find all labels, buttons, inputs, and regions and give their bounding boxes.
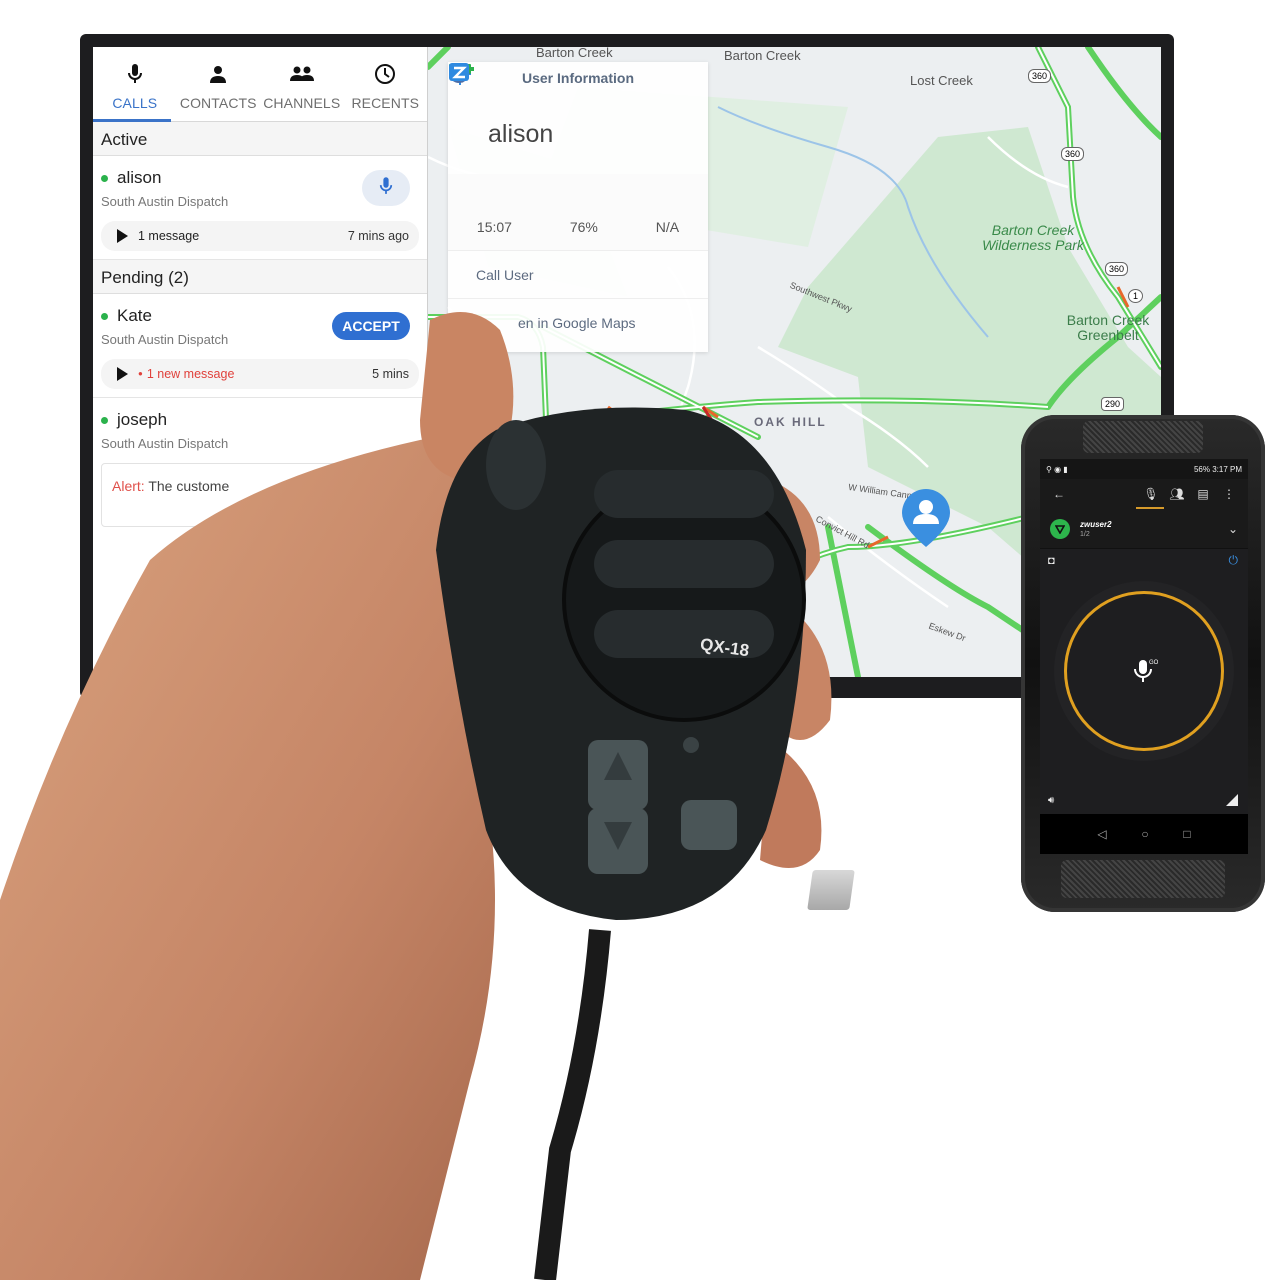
message-count: 1 message — [138, 229, 200, 243]
nav-recents-icon[interactable]: □ — [1183, 827, 1190, 841]
talk-button[interactable] — [362, 170, 410, 206]
microphone-device — [436, 407, 806, 920]
card-header: ‹ User Information — [448, 62, 708, 94]
more-vert-icon[interactable]: ⋮ — [1216, 487, 1242, 501]
mic-icon — [379, 176, 393, 201]
stat-battery: 76% — [449, 64, 598, 235]
tab-bar: CALLS CONTACTS CHANNELS RECENTS — [93, 47, 427, 122]
rugged-phone: ⚲ ◉ ▮ 56% 3:17 PM ← 🎙︎ 👥︎ ▤ ⋮ zwuser2 1/… — [1021, 415, 1265, 912]
tab-channels[interactable]: CHANNELS — [260, 47, 344, 121]
signal-icon — [1226, 794, 1238, 806]
battery-percent: 56% — [1193, 464, 1210, 474]
speaker-grille-slot — [594, 470, 774, 518]
function-button — [681, 800, 737, 850]
highway-shield: 1 — [1128, 289, 1144, 303]
channel-name: zwuser2 — [1080, 519, 1112, 529]
tab-label: CALLS — [112, 95, 158, 111]
clock-icon — [374, 61, 396, 87]
led-indicator — [683, 737, 699, 753]
power-icon[interactable]: ⏻ — [1229, 553, 1239, 568]
camera-icon[interactable]: ◘ — [1048, 555, 1055, 567]
mic-go-icon: GO — [1134, 660, 1159, 682]
volume-icon[interactable]: 🔊︎ — [1048, 795, 1054, 806]
status-bar: ⚲ ◉ ▮ 56% 3:17 PM — [1040, 459, 1248, 479]
ptt-side-button — [486, 420, 546, 510]
map-label: Barton Creek — [536, 47, 613, 60]
online-status-dot — [101, 174, 108, 182]
person-icon — [208, 61, 228, 87]
tab-recents[interactable]: RECENTS — [344, 47, 428, 121]
ptt-area: ◘ ⏻ GO 🔊︎ — [1040, 549, 1248, 814]
message-time: 7 mins ago — [347, 229, 409, 243]
status-icons: ⚲ ◉ ▮ — [1046, 464, 1068, 474]
ptt-button[interactable]: GO — [1064, 591, 1224, 751]
card-name-row: alison — [448, 63, 708, 174]
nav-home-icon[interactable]: ○ — [1141, 827, 1148, 841]
highway-shield: 360 — [1028, 69, 1052, 83]
caller-name: alison — [117, 168, 162, 187]
tab-contacts[interactable]: CONTACTS — [177, 47, 261, 121]
channel-status-icon — [1050, 518, 1070, 539]
stat-speed: N/A — [450, 64, 680, 235]
contacts-icon[interactable]: 👥︎ — [1164, 487, 1190, 501]
stat-last-seen: 15:07 — [449, 63, 512, 235]
active-tab-indicator — [1136, 507, 1164, 509]
map-label-park: Barton Creek Wilderness Park — [982, 222, 1084, 253]
user-stats: 15:07 76% N/A — [448, 63, 708, 250]
mic-icon — [127, 61, 143, 87]
mic-icon[interactable]: 🎙︎ — [1138, 487, 1164, 501]
highway-shield: 290 — [1101, 397, 1125, 411]
tab-label: RECENTS — [351, 95, 420, 111]
section-header-active: Active — [93, 122, 427, 156]
map-label: Barton Creek — [724, 48, 801, 63]
phone-app-bar: ← 🎙︎ 👥︎ ▤ ⋮ — [1040, 479, 1248, 509]
call-item[interactable]: alison South Austin Dispatch 1 message 7… — [93, 156, 427, 260]
svg-text:GO: GO — [1149, 660, 1159, 666]
phone-screen: ⚲ ◉ ▮ 56% 3:17 PM ← 🎙︎ 👥︎ ▤ ⋮ zwuser2 1/… — [1040, 459, 1248, 854]
group-icon — [289, 61, 315, 87]
status-time: 3:17 PM — [1212, 464, 1242, 474]
tab-label: CONTACTS — [179, 95, 257, 111]
chevron-down-icon[interactable]: ⌄ — [1228, 522, 1238, 536]
section-header-pending: Pending (2) — [93, 260, 427, 294]
stat-value: N/A — [655, 219, 680, 235]
call-user-label: Call User — [476, 266, 534, 283]
highway-shield: 360 — [1105, 262, 1129, 276]
android-nav-bar: ◁ ○ □ — [1040, 814, 1248, 854]
tab-calls[interactable]: CALLS — [93, 47, 177, 121]
stat-value: 15:07 — [476, 219, 512, 235]
active-tab-indicator — [93, 119, 171, 122]
card-title: User Information — [521, 70, 634, 86]
nav-back-icon[interactable]: ◁ — [1097, 827, 1106, 841]
call-user-button[interactable]: Call User — [448, 63, 708, 298]
map-label: Lost Creek — [910, 73, 973, 88]
chat-icon[interactable]: ▤ — [1190, 487, 1216, 501]
map-label-park: Barton Creek Greenbelt — [1066, 312, 1150, 343]
message-player[interactable]: 1 message 7 mins ago — [101, 221, 419, 251]
play-icon[interactable] — [117, 229, 128, 243]
speaker-grille-slot — [594, 540, 774, 588]
channel-row[interactable]: zwuser2 1/2 ⌄ — [1040, 509, 1248, 549]
speaker-grille — [1061, 860, 1225, 898]
tab-label: CHANNELS — [263, 95, 341, 111]
back-arrow-icon[interactable]: ← — [1046, 487, 1072, 501]
speaker-grille — [1083, 421, 1203, 453]
stat-value: 76% — [569, 219, 598, 235]
user-name: alison — [488, 119, 554, 148]
highway-shield: 360 — [1061, 147, 1085, 161]
channel-user-count: 1/2 — [1080, 530, 1090, 538]
